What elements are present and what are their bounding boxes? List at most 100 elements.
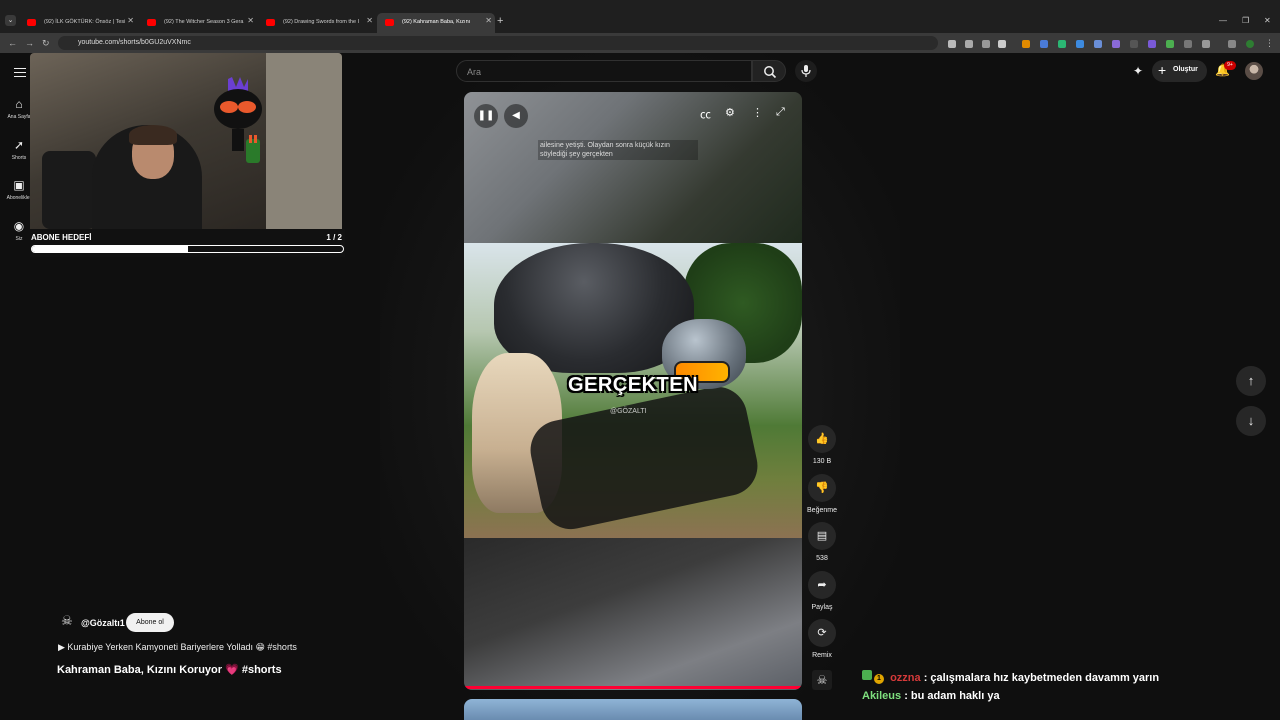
mic-icon <box>801 65 811 77</box>
chat-text: : bu adam haklı ya <box>904 690 1000 702</box>
cast-icon[interactable] <box>948 40 956 48</box>
shorts-video-player[interactable]: GERÇEKTEN @GÖZALTI ailesine yetişti. Ola… <box>464 92 802 690</box>
zoom-icon[interactable] <box>965 40 973 48</box>
create-button[interactable]: + Oluştur <box>1152 60 1207 82</box>
extension-c-icon[interactable] <box>1022 40 1030 48</box>
arrow-up-icon: ↑ <box>1247 373 1255 388</box>
youtube-favicon-icon <box>147 19 156 26</box>
sidebar-item-label: Shorts <box>11 155 27 161</box>
plus-icon: + <box>1158 62 1167 78</box>
reload-icon[interactable]: ↻ <box>42 38 50 49</box>
browser-tab-bar: ⌄ (92) İLK GÖKTÜRK: Önsöz | Tesi ✕ (92) … <box>0 0 1280 33</box>
goal-progress-fill <box>32 246 188 252</box>
like-count: 130 B <box>812 458 832 465</box>
close-tab-icon[interactable]: ✕ <box>127 16 134 25</box>
comment-count: 538 <box>816 555 828 562</box>
settings-gear-icon[interactable]: ⚙ <box>725 106 735 119</box>
arrow-down-icon: ↓ <box>1247 413 1255 428</box>
forward-icon[interactable]: → <box>25 38 34 48</box>
chat-message: Akileus : bu adam haklı ya <box>862 690 1000 702</box>
chat-username: ozzna <box>890 672 921 684</box>
restore-icon[interactable]: ❐ <box>1242 16 1249 25</box>
account-avatar[interactable] <box>1245 62 1263 80</box>
browser-tab-4-active[interactable]: (92) Kahraman Baba, Kızını ✕ <box>377 13 495 33</box>
captions-icon[interactable]: ㏄ <box>700 106 711 122</box>
video-frame-middle: GERÇEKTEN @GÖZALTI <box>464 243 802 538</box>
extension-green-icon[interactable] <box>1058 40 1066 48</box>
chat-text: : çalışmalara hız kaybetmeden davamm yar… <box>923 672 1160 684</box>
extension-window-icon[interactable] <box>1094 40 1102 48</box>
next-short-preview[interactable] <box>464 699 802 720</box>
fullscreen-icon[interactable]: ⤢ <box>776 106 785 119</box>
minimize-icon[interactable]: — <box>1219 16 1227 25</box>
volume-button[interactable]: ◀ <box>504 104 528 128</box>
share-action[interactable]: ➦ Paylaş <box>807 571 837 611</box>
remix-icon: ⟳ <box>808 619 836 647</box>
remix-action[interactable]: ⟳ Remix <box>807 619 837 659</box>
close-tab-icon[interactable]: ✕ <box>366 16 373 25</box>
video-progress-bar[interactable] <box>464 686 802 689</box>
browser-menu-icon[interactable]: ⋮ <box>1265 38 1274 49</box>
related-video-link[interactable]: ▶ Kurabiye Yerken Kamyoneti Bariyerlere … <box>58 642 297 653</box>
extensions-puzzle-icon[interactable] <box>1202 40 1210 48</box>
dislike-action[interactable]: 👎 Beğenme <box>807 474 837 514</box>
webcam-person-hair <box>129 125 177 145</box>
channel-avatar-icon[interactable]: ☠ <box>58 613 76 631</box>
url-field[interactable]: youtube.com/shorts/b0GU2uVXNmc <box>58 36 938 50</box>
notification-badge: 9+ <box>1224 61 1236 70</box>
extension-battery-icon[interactable] <box>1166 40 1174 48</box>
pause-button[interactable]: ❚❚ <box>474 104 498 128</box>
tab-title: (92) The Witcher Season 3 Gera <box>164 19 244 25</box>
streamer-webcam <box>30 53 342 229</box>
goal-progress-bar <box>31 245 344 253</box>
translate-icon[interactable] <box>1076 40 1084 48</box>
pause-icon: ❚❚ <box>477 110 495 121</box>
youtube-favicon-icon <box>27 19 36 26</box>
sidebar-item-label: Ana Sayfa <box>7 114 31 120</box>
chat-username: Akileus <box>862 690 902 702</box>
voice-search-button[interactable] <box>795 60 817 82</box>
sidebar-item-label: Abonelikler <box>6 195 32 201</box>
webcam-wall <box>266 53 342 229</box>
channel-thumbnail-icon[interactable]: ☠ <box>812 670 832 690</box>
bookmark-star-icon[interactable] <box>998 40 1006 48</box>
video-caption-big: GERÇEKTEN <box>567 374 699 396</box>
video-watermark: @GÖZALTI <box>610 408 647 415</box>
next-short-button[interactable]: ↓ <box>1236 406 1266 436</box>
extension-pen-icon[interactable] <box>1112 40 1120 48</box>
tab-search-icon[interactable]: ⌄ <box>5 15 16 26</box>
close-tab-icon[interactable]: ✕ <box>485 16 492 25</box>
tab-title: (92) Drawing Swords from the I <box>283 19 360 25</box>
back-icon[interactable]: ← <box>8 38 17 48</box>
remix-label: Remix <box>812 652 832 659</box>
browser-tab-2[interactable]: (92) The Witcher Season 3 Gera ✕ <box>139 13 257 33</box>
search-input[interactable]: Ara <box>456 60 752 82</box>
previous-short-button[interactable]: ↑ <box>1236 366 1266 396</box>
url-text: youtube.com/shorts/b0GU2uVXNmc <box>78 39 191 46</box>
extension-purple-icon[interactable] <box>1148 40 1156 48</box>
browser-tab-1[interactable]: (92) İLK GÖKTÜRK: Önsöz | Tesi ✕ <box>19 13 137 33</box>
close-tab-icon[interactable]: ✕ <box>247 16 254 25</box>
sparkle-create-icon[interactable]: ✦ <box>1133 64 1147 78</box>
share-label: Paylaş <box>811 604 833 611</box>
menu-icon[interactable] <box>14 68 26 77</box>
eye-off-icon[interactable] <box>982 40 990 48</box>
extension-dash-icon[interactable] <box>1130 40 1138 48</box>
like-action[interactable]: 👍 130 B <box>807 425 837 465</box>
goal-count: 1 / 2 <box>326 233 342 242</box>
extension-grid-icon[interactable] <box>1228 40 1236 48</box>
channel-name[interactable]: @Gözaltı1 <box>81 618 125 628</box>
search-button[interactable] <box>752 60 786 82</box>
close-window-icon[interactable]: ✕ <box>1264 16 1271 25</box>
more-options-icon[interactable]: ⋮ <box>752 106 763 119</box>
chat-badge-1-icon: 1 <box>874 674 884 684</box>
subscribe-button[interactable]: Abone ol <box>126 613 174 632</box>
extension-info-icon[interactable] <box>1184 40 1192 48</box>
browser-tab-3[interactable]: (92) Drawing Swords from the I ✕ <box>258 13 376 33</box>
extension-wave-icon[interactable] <box>1040 40 1048 48</box>
volume-icon: ◀ <box>512 110 520 121</box>
new-tab-icon[interactable]: + <box>497 15 503 27</box>
comments-action[interactable]: ▤ 538 <box>807 522 837 562</box>
chat-badge-icon <box>862 670 872 680</box>
profile-icon[interactable] <box>1246 40 1254 48</box>
